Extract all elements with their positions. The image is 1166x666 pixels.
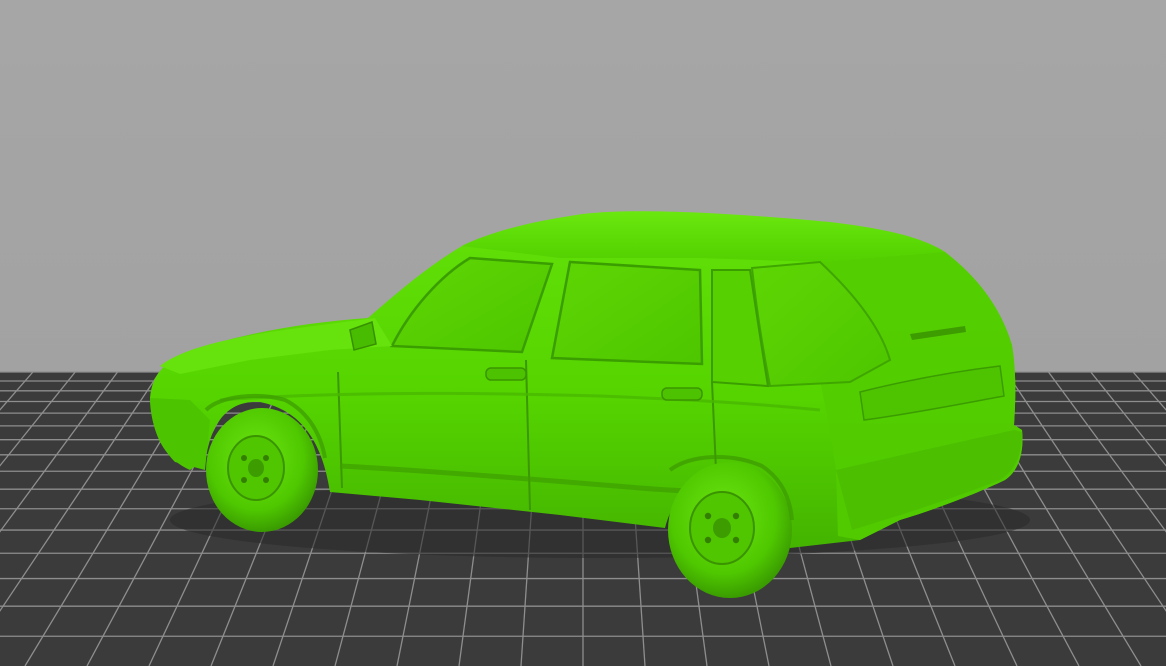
car-model[interactable]: [150, 211, 1030, 598]
rear-door-window: [550, 260, 704, 366]
3d-viewport[interactable]: [0, 0, 1166, 666]
rear-wheel: [668, 462, 792, 598]
scene-canvas[interactable]: [0, 0, 1166, 666]
car-roof: [462, 211, 945, 262]
front-wheel: [206, 408, 318, 532]
front-door-handle: [485, 367, 527, 381]
rear-door-handle: [661, 387, 703, 401]
